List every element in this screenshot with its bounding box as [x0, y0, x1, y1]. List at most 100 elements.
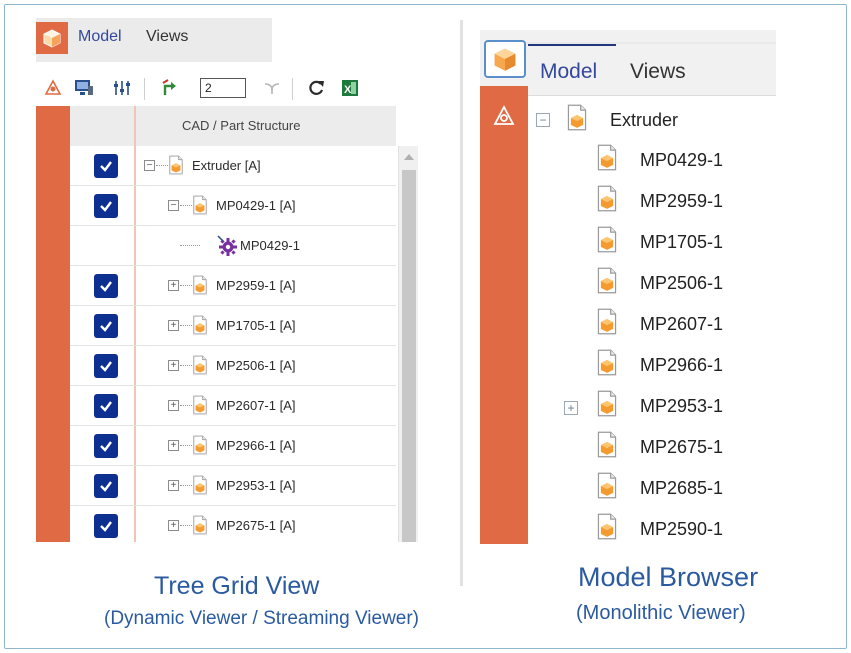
tree-connector — [180, 325, 192, 326]
excel-icon[interactable]: X — [338, 76, 362, 100]
collapse-toggle[interactable]: − — [536, 113, 550, 127]
expand-level-icon[interactable] — [158, 76, 182, 100]
structure-icon[interactable] — [41, 76, 65, 100]
part-icon — [192, 435, 208, 460]
part-icon — [596, 513, 618, 545]
part-icon — [596, 226, 618, 258]
row-checkbox[interactable] — [94, 194, 118, 218]
expand-level-input[interactable] — [200, 78, 246, 98]
vertical-scrollbar[interactable] — [398, 146, 418, 542]
tree-item-label: MP2506-1 — [640, 273, 724, 293]
table-row[interactable]: − Extruder [A] — [70, 146, 396, 186]
tab-views[interactable]: Views — [146, 28, 188, 46]
part-icon — [596, 267, 618, 299]
part-icon — [192, 355, 208, 380]
part-icon — [168, 155, 184, 180]
table-row[interactable]: − MP0429-1 [A] — [70, 186, 396, 226]
grid-header: CAD / Part Structure — [70, 106, 396, 146]
table-row[interactable]: + MP2953-1 [A] — [70, 466, 396, 506]
monitor-icon[interactable] — [72, 76, 96, 100]
tree-item-label: MP2685-1 — [640, 478, 724, 498]
row-label: MP2953-1 [A] — [216, 478, 296, 493]
tree-item-label: MP2966-1 — [640, 355, 724, 375]
row-label: MP0429-1 [A] — [216, 198, 296, 213]
expand-toggle[interactable]: + — [168, 320, 179, 331]
tree-grid-view-caption: Tree Grid View — [154, 572, 320, 600]
part-icon — [596, 349, 618, 381]
tree-grid-view-subcaption: (Dynamic Viewer / Streaming Viewer) — [104, 608, 420, 629]
table-row[interactable]: + MP2506-1 [A] — [70, 346, 396, 386]
table-row[interactable]: MP0429-1 — [70, 226, 396, 266]
left-side-rail — [36, 106, 70, 542]
table-row[interactable]: + MP2607-1 [A] — [70, 386, 396, 426]
table-row[interactable]: + MP2959-1 [A] — [70, 266, 396, 306]
table-row[interactable]: + MP2675-1 [A] — [70, 506, 396, 542]
row-label: Extruder [A] — [192, 158, 261, 173]
model-browser-panel: Model Views − Extruder MP0429-1 MP2959-1 MP1… — [480, 30, 776, 544]
cube-app-icon[interactable] — [484, 40, 526, 78]
tree-connector — [180, 445, 192, 446]
part-icon — [192, 195, 208, 220]
column-divider — [134, 106, 136, 146]
tab-model[interactable]: Model — [78, 28, 122, 46]
tree-grid-view-panel: Model Views X CAD / Part Structure — [36, 18, 460, 542]
scroll-up-arrow[interactable] — [404, 154, 414, 160]
tree-connector — [180, 245, 200, 246]
tree-item-label: MP0429-1 — [640, 150, 724, 170]
row-label: MP1705-1 [A] — [216, 318, 296, 333]
tree-item-label: MP2953-1 — [640, 396, 724, 416]
tree-item-label: MP2607-1 — [640, 314, 724, 334]
row-checkbox[interactable] — [94, 394, 118, 418]
expand-toggle[interactable]: + — [168, 480, 179, 491]
row-checkbox[interactable] — [94, 434, 118, 458]
tab-views[interactable]: Views — [630, 60, 686, 84]
row-checkbox[interactable] — [94, 274, 118, 298]
row-checkbox[interactable] — [94, 354, 118, 378]
collapse-icon[interactable] — [260, 76, 284, 100]
row-label: MP2959-1 [A] — [216, 278, 296, 293]
column-header-cad-part-structure[interactable]: CAD / Part Structure — [182, 118, 300, 133]
tab-model[interactable]: Model — [540, 60, 597, 84]
expand-toggle[interactable]: + — [168, 400, 179, 411]
refresh-icon[interactable] — [304, 76, 328, 100]
expand-toggle[interactable]: + — [168, 520, 179, 531]
collapse-toggle[interactable]: − — [144, 160, 155, 171]
tree-item-label: MP2675-1 — [640, 437, 724, 457]
scroll-thumb[interactable] — [402, 170, 416, 542]
tree-connector — [180, 405, 192, 406]
expand-toggle[interactable]: + — [168, 280, 179, 291]
table-row[interactable]: + MP2966-1 [A] — [70, 426, 396, 466]
expand-toggle[interactable]: + — [564, 401, 578, 415]
part-icon — [596, 390, 618, 422]
grid-rows: − Extruder [A] − MP0429-1 [A] MP0429-1 + MP295… — [70, 146, 396, 542]
tree-connector — [180, 205, 192, 206]
toolbar-separator — [292, 78, 293, 100]
tree-item-label: Extruder — [610, 110, 679, 130]
right-side-rail — [480, 86, 528, 544]
part-icon — [566, 104, 588, 136]
row-label: MP2966-1 [A] — [216, 438, 296, 453]
collapse-toggle[interactable]: − — [168, 200, 179, 211]
part-icon — [192, 275, 208, 300]
row-checkbox[interactable] — [94, 514, 118, 538]
cube-app-icon[interactable] — [36, 22, 68, 54]
row-checkbox[interactable] — [94, 314, 118, 338]
expand-toggle[interactable]: + — [168, 440, 179, 451]
part-icon — [596, 472, 618, 504]
row-label: MP2607-1 [A] — [216, 398, 296, 413]
row-checkbox[interactable] — [94, 474, 118, 498]
part-icon — [596, 308, 618, 340]
model-browser-subcaption: (Monolithic Viewer) — [576, 602, 746, 624]
row-checkbox[interactable] — [94, 154, 118, 178]
tree-item-label: MP2959-1 — [640, 191, 724, 211]
table-row[interactable]: + MP1705-1 [A] — [70, 306, 396, 346]
tree-connector — [156, 165, 168, 166]
tree-connector — [180, 365, 192, 366]
sliders-icon[interactable] — [110, 76, 134, 100]
expand-toggle[interactable]: + — [168, 360, 179, 371]
toolbar-separator — [144, 78, 145, 100]
panel-divider — [460, 20, 463, 586]
left-toolbar: X — [36, 70, 460, 106]
active-tab-indicator — [528, 44, 616, 46]
structure-icon[interactable] — [492, 104, 516, 133]
